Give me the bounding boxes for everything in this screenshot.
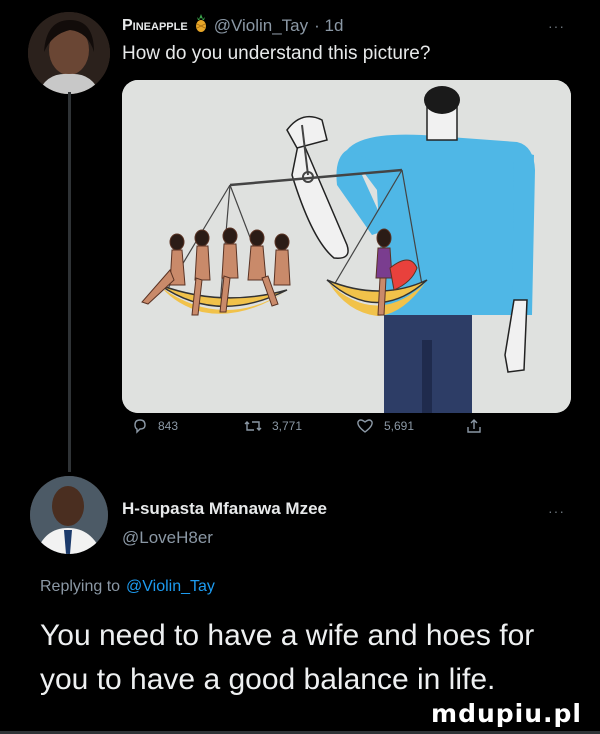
replying-to-handle[interactable]: @Violin_Tay (126, 578, 215, 596)
thread-connector (68, 92, 71, 472)
share-button[interactable] (466, 418, 482, 434)
pineapple-icon (194, 14, 208, 37)
avatar-photo (30, 476, 108, 554)
avatar-hsupasta[interactable] (30, 476, 108, 554)
avatar-photo (28, 12, 110, 94)
watermark: mdupiu.pl (431, 699, 582, 728)
author-name[interactable]: Pineapple (122, 17, 188, 35)
like-button[interactable]: 5,691 (356, 418, 414, 434)
man-head (424, 86, 460, 114)
avatar-pineapple[interactable] (28, 12, 110, 94)
author-handle[interactable]: @Violin_Tay (214, 16, 308, 36)
tweet-image[interactable] (122, 80, 571, 413)
tweet-text: How do you understand this picture? (122, 43, 431, 64)
heart-icon (357, 419, 373, 433)
retweet-count: 3,771 (272, 419, 303, 433)
reply-more-options-icon[interactable]: ··· (548, 503, 565, 519)
like-count: 5,691 (384, 419, 415, 433)
reply-icon (134, 419, 146, 434)
reply-text-line-2: you to have a good balance in life. (40, 663, 496, 696)
more-options-icon[interactable]: ··· (548, 18, 565, 34)
reply-author-name[interactable]: H-supasta Mfanawa Mzee (122, 499, 327, 519)
share-icon (467, 419, 481, 433)
reply-count: 843 (158, 419, 179, 433)
reply-author-handle[interactable]: @LoveH8er (122, 528, 213, 548)
retweet-button[interactable]: 3,771 (244, 418, 302, 434)
reply-button[interactable]: 843 (132, 418, 178, 434)
reply-text-line-1: You need to have a wife and hoes for (40, 619, 535, 652)
retweet-icon (244, 421, 262, 431)
tweet-timestamp[interactable]: · 1d (314, 16, 343, 36)
balance-scale-illustration (122, 80, 571, 413)
replying-to-label: Replying to (40, 578, 121, 595)
